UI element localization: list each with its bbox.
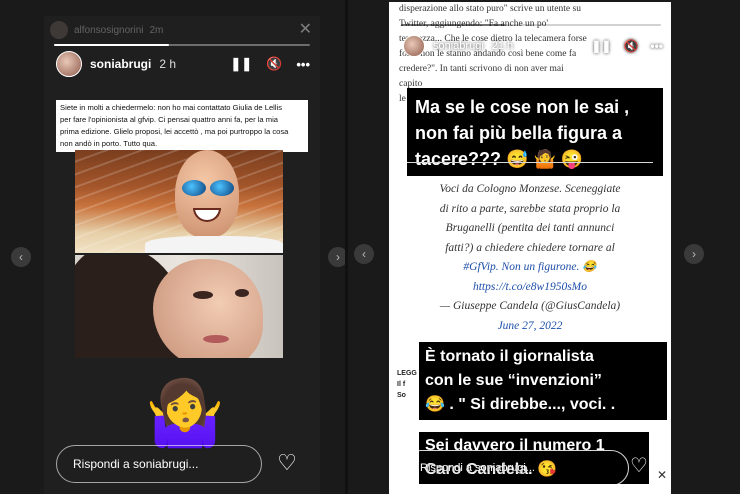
- tweet-date[interactable]: June 27, 2022: [403, 317, 657, 337]
- sticker-line: 😂 . " Si direbbe..., voci. .: [425, 396, 616, 413]
- story-progress-fill: [401, 24, 505, 26]
- divider: [407, 162, 653, 163]
- sticker-line: non fai più bella figura a: [415, 123, 623, 143]
- reply-placeholder: Rispondi a soniabrugi...: [73, 457, 199, 471]
- previous-story-arrow-icon[interactable]: ‹: [354, 244, 374, 264]
- pause-icon[interactable]: ❚❚: [230, 56, 252, 72]
- tweet-hashtag-line[interactable]: #GfVip. Non un figurone. 😂: [403, 258, 657, 278]
- story-card-right[interactable]: disperazione allo stato puro" scrive un …: [389, 2, 671, 494]
- story-photo-collage: [75, 150, 283, 358]
- reply-input[interactable]: Rispondi a soniabrugi...: [403, 450, 629, 486]
- caption-line: Siete in molti a chiedermelo: non ho mai…: [60, 102, 304, 114]
- post-time: 2 h: [159, 57, 177, 71]
- tweet-line: Bruganelli (pentita dei tanti annunci: [445, 222, 615, 234]
- story-controls: ❚❚ 🔇 •••: [230, 56, 310, 72]
- heart-icon[interactable]: ♡: [627, 454, 651, 478]
- close-icon[interactable]: ✕: [299, 19, 312, 39]
- post-time: 21 h: [491, 40, 514, 52]
- article-line: disperazione allo stato puro" scrive un …: [399, 4, 581, 14]
- tweet-author: — Giuseppe Candela (@GiusCandela): [439, 300, 621, 312]
- divider: [345, 0, 348, 494]
- caption-line: non andò in porto. Tutto qua.: [60, 138, 304, 150]
- username[interactable]: soniabrugi: [433, 40, 484, 52]
- story-controls: ❚❚ 🔇 •••: [591, 39, 663, 53]
- story-caption: Siete in molti a chiedermelo: non ho mai…: [56, 100, 308, 152]
- pause-icon[interactable]: ❚❚: [591, 39, 611, 53]
- story-header: soniabrugi 21 h ❚❚ 🔇 •••: [403, 32, 663, 60]
- story-progress-bar: [401, 24, 661, 26]
- photo-woman-profile: [75, 255, 283, 358]
- tweet-link[interactable]: https://t.co/e8w1950sMo: [403, 278, 657, 298]
- shrug-sticker-icon: 🤷‍♀️: [145, 377, 225, 449]
- ghost-username: alfonsosignorini: [74, 24, 144, 36]
- stories-viewer: ‹ alfonsosignorini 2m ✕ soniabrugi 2 h ❚…: [0, 0, 740, 494]
- avatar[interactable]: [403, 35, 425, 57]
- story-card-left[interactable]: alfonsosignorini 2m ✕ soniabrugi 2 h ❚❚ …: [44, 16, 320, 494]
- tweet-line: di rito a parte, sarebbe stata proprio l…: [439, 202, 621, 215]
- next-story-arrow-icon[interactable]: ›: [684, 244, 704, 264]
- mute-icon[interactable]: 🔇: [623, 39, 638, 53]
- reply-input[interactable]: Rispondi a soniabrugi...: [56, 445, 262, 483]
- tweet-line: Voci da Cologno Monzese. Sceneggiate: [439, 183, 621, 195]
- sticker-line: Ma se le cose non le sai ,: [415, 97, 630, 117]
- photo-man-sunglasses: [75, 150, 283, 253]
- tweet-line: fatti?) a chiedere chiedere tornare al: [445, 241, 615, 254]
- caption-line: per fare l'opinionista al gfvip. Ci pens…: [60, 114, 304, 126]
- ghost-avatar: [50, 21, 68, 39]
- close-icon[interactable]: ✕: [655, 468, 669, 482]
- heart-icon[interactable]: ♡: [274, 450, 300, 476]
- previous-story-arrow-icon[interactable]: ‹: [11, 247, 31, 267]
- avatar[interactable]: [56, 51, 82, 77]
- ghost-header: alfonsosignorini 2m: [50, 18, 163, 42]
- text-sticker-2: È tornato il giornalista con le sue “inv…: [419, 342, 667, 420]
- story-header: soniabrugi 2 h ❚❚ 🔇 •••: [56, 48, 310, 80]
- username[interactable]: soniabrugi: [90, 57, 151, 71]
- sticker-line: con le sue “invenzioni”: [425, 372, 602, 389]
- caption-line: prima edizione. Glielo proposi, lei acce…: [60, 126, 304, 138]
- more-options-icon[interactable]: •••: [650, 39, 663, 53]
- more-options-icon[interactable]: •••: [296, 57, 310, 72]
- sticker-line: tacere??? 😅 🤷 😜: [415, 149, 584, 169]
- article-line: credere?". In tanti scrivono di non aver…: [399, 64, 564, 74]
- story-progress-fill: [54, 44, 170, 46]
- story-progress-bar: [54, 44, 310, 46]
- mute-icon[interactable]: 🔇: [266, 56, 282, 72]
- ghost-time: 2m: [149, 24, 164, 36]
- sticker-line: È tornato il giornalista: [425, 348, 594, 365]
- reply-placeholder: Rispondi a soniabrugi...: [420, 462, 535, 474]
- embedded-tweet: Voci da Cologno Monzese. Sceneggiate di …: [403, 180, 657, 336]
